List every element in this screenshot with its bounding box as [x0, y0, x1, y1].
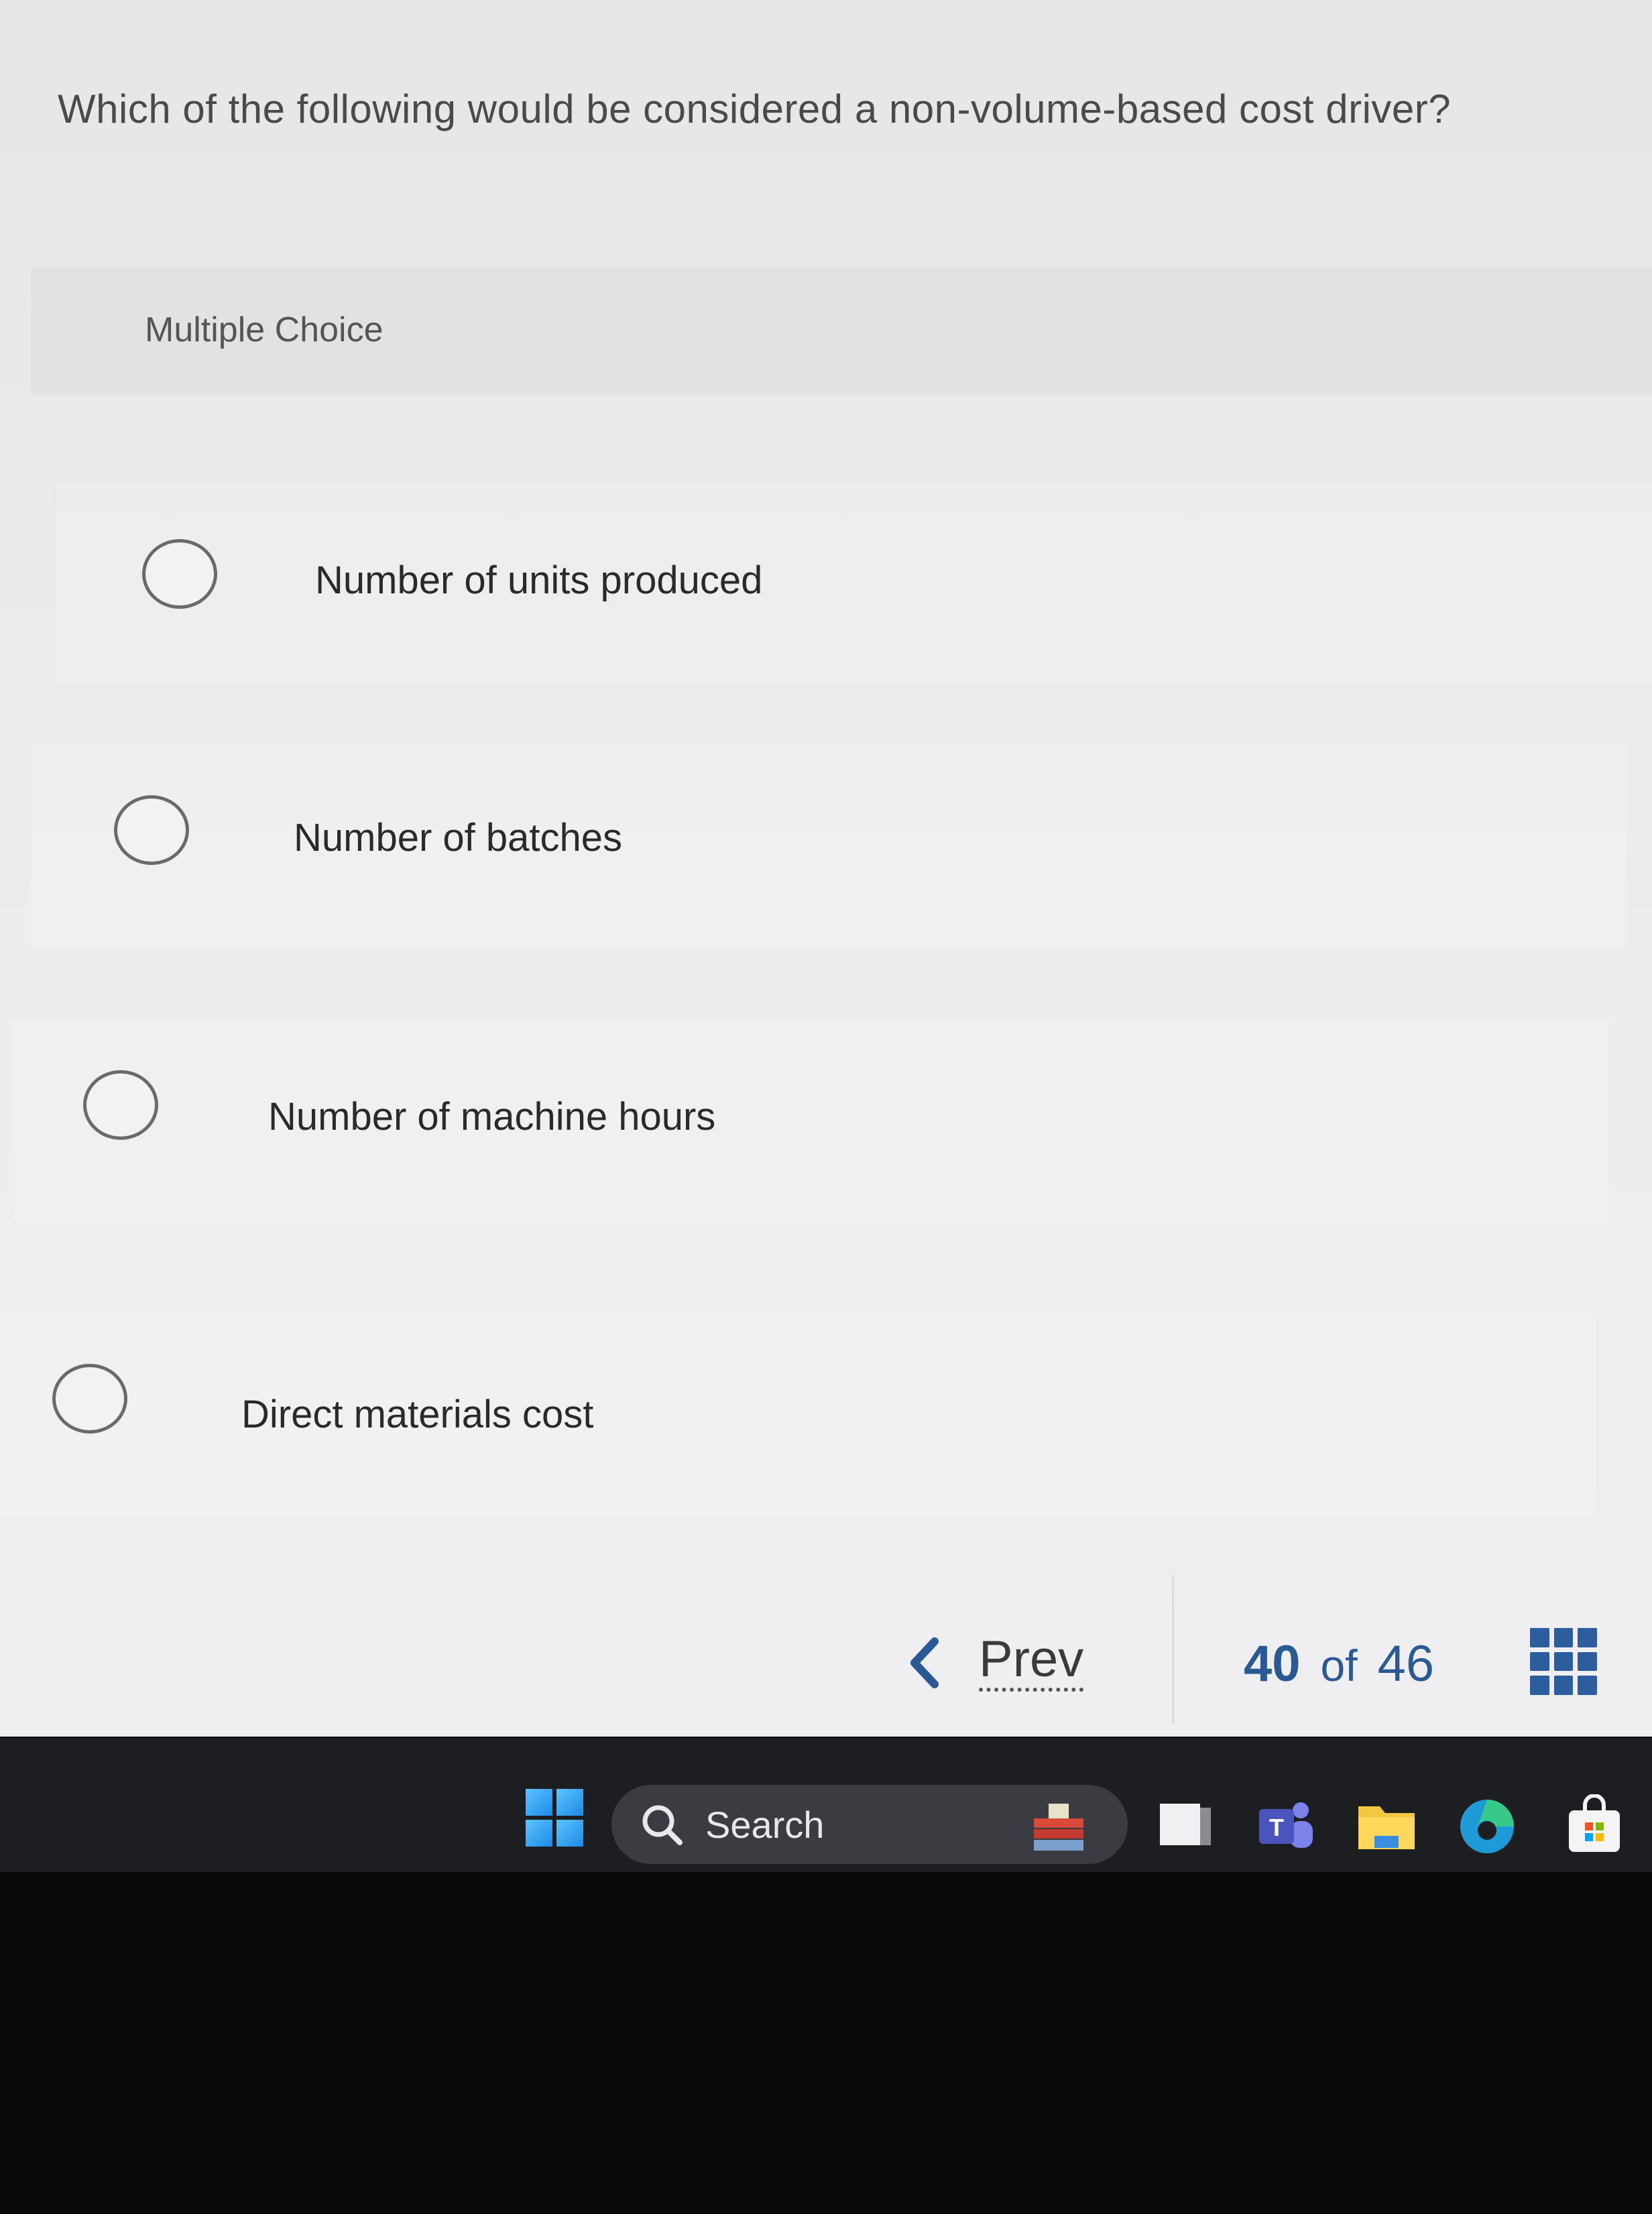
prev-button[interactable]: Prev: [898, 1629, 1084, 1696]
answer-option-3[interactable]: Number of machine hours: [13, 1019, 1609, 1220]
current-question-number: 40: [1244, 1635, 1301, 1692]
answer-option-2[interactable]: Number of batches: [31, 744, 1627, 945]
radio-button[interactable]: [52, 1364, 127, 1434]
divider: [1172, 1576, 1174, 1723]
of-label: of: [1320, 1641, 1358, 1690]
screen-bezel: [0, 1872, 1652, 2214]
question-text: Which of the following would be consider…: [58, 86, 1452, 131]
windows-start-icon[interactable]: [526, 1789, 583, 1847]
task-view-icon[interactable]: [1153, 1794, 1218, 1862]
radio-button[interactable]: [142, 539, 217, 609]
file-explorer-icon[interactable]: [1354, 1794, 1419, 1862]
store-icon[interactable]: [1562, 1794, 1627, 1862]
section-label: Multiple Choice: [145, 310, 384, 349]
taskbar-search[interactable]: Search: [611, 1785, 1128, 1864]
search-label: Search: [705, 1803, 825, 1846]
option-label: Number of batches: [294, 816, 623, 860]
search-highlight-icon: [1034, 1804, 1083, 1851]
option-label: Number of machine hours: [268, 1095, 716, 1139]
option-label: Number of units produced: [315, 559, 763, 602]
search-icon: [642, 1805, 683, 1845]
prev-label: Prev: [979, 1634, 1084, 1692]
teams-icon[interactable]: T: [1254, 1794, 1318, 1862]
option-label: Direct materials cost: [241, 1393, 594, 1436]
question-counter: 40 of 46: [1244, 1635, 1434, 1693]
radio-button[interactable]: [83, 1070, 158, 1140]
radio-button[interactable]: [114, 795, 189, 865]
question-grid-icon[interactable]: [1530, 1628, 1597, 1695]
answer-option-4[interactable]: Direct materials cost: [0, 1314, 1596, 1515]
svg-text:T: T: [1269, 1814, 1284, 1841]
browser-content: Which of the following would be consider…: [0, 0, 1652, 1737]
chevron-left-icon: [898, 1636, 952, 1690]
total-questions: 46: [1377, 1635, 1435, 1692]
multiple-choice-header: Multiple Choice: [31, 267, 1652, 394]
edge-icon[interactable]: [1455, 1794, 1519, 1862]
answer-option-1[interactable]: Number of units produced: [56, 483, 1652, 684]
